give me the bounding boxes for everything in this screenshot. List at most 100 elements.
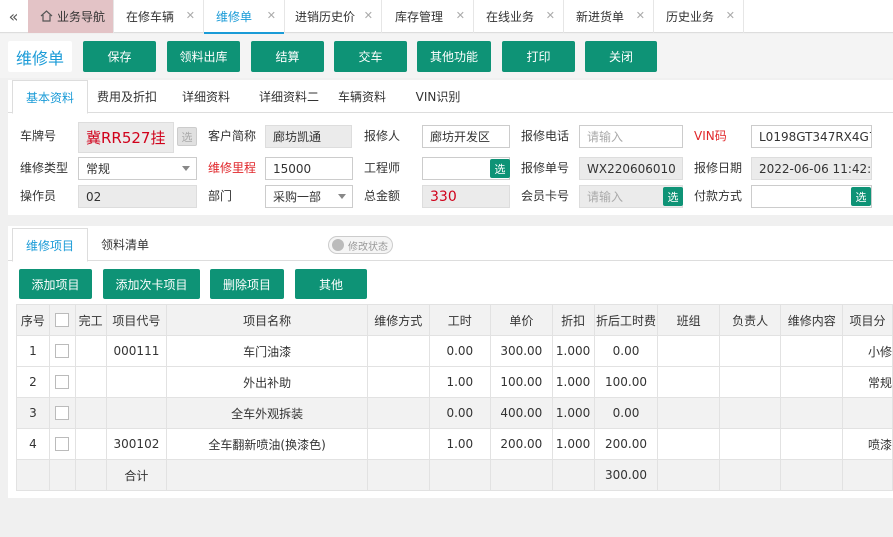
row-code: 000111 — [105, 335, 168, 367]
tab-repair-order[interactable]: 维修单 ✕ — [204, 0, 285, 34]
pick-parts-button[interactable]: 领料出库 — [167, 41, 240, 72]
other-functions-button[interactable]: 其他功能 — [417, 41, 491, 72]
reporter-input[interactable]: 廊坊开发区 — [422, 125, 510, 148]
close-icon[interactable]: ✕ — [186, 9, 195, 22]
row-code — [105, 397, 168, 429]
total-label: 合计 — [105, 459, 168, 491]
reporter-label: 报修人 — [364, 129, 401, 143]
close-icon[interactable]: ✕ — [636, 9, 645, 22]
total-label: 总金额 — [364, 189, 401, 203]
row-fee: 0.00 — [593, 397, 659, 429]
row-discount: 1.000 — [551, 335, 595, 367]
total-amount: 330 — [422, 185, 510, 208]
other-button[interactable]: 其他 — [295, 269, 367, 299]
table-row[interactable]: 4 300102 全车翻新喷油(换漆色) 1.00 200.00 1.000 2… — [16, 428, 893, 460]
page-title: 维修单 — [8, 41, 72, 72]
row-name: 外出补助 — [166, 366, 368, 398]
row-no: 3 — [16, 397, 50, 429]
date-label: 报修日期 — [694, 161, 743, 175]
delete-item-button[interactable]: 删除项目 — [210, 269, 284, 299]
top-tab-bar: « 业务导航 在修车辆 ✕ 维修单 ✕ 进销历史价 ✕ 库存管理 ✕ 在线业务 … — [0, 0, 893, 34]
plate-select-button[interactable]: 选 — [177, 127, 197, 146]
dept-select[interactable]: 采购一部 — [265, 185, 353, 208]
operator-input: 02 — [78, 185, 197, 208]
row-checkbox[interactable] — [48, 397, 76, 429]
row-owner — [718, 335, 782, 367]
date-input[interactable]: 2022-06-06 11:42:00 — [751, 157, 872, 180]
table-total-row: 合计 300.00 — [16, 459, 893, 491]
table-row[interactable]: 3 全车外观拆装 0.00 400.00 1.000 0.00 — [16, 397, 893, 429]
print-button[interactable]: 打印 — [502, 41, 575, 72]
toolbar: 维修单 保存 领料出库 结算 交车 其他功能 打印 关闭 — [0, 34, 893, 78]
phone-input[interactable]: 请输入 — [579, 125, 683, 148]
close-icon[interactable]: ✕ — [267, 9, 276, 22]
row-hours: 0.00 — [428, 397, 492, 429]
row-done — [74, 397, 107, 429]
tab-fees-discount[interactable]: 费用及折扣 — [90, 80, 164, 113]
tab-inventory[interactable]: 库存管理 ✕ — [382, 0, 474, 33]
add-card-item-button[interactable]: 添加次卡项目 — [103, 269, 200, 299]
row-team — [657, 397, 720, 429]
table-row[interactable]: 2 外出补助 1.00 100.00 1.000 100.00 常规 — [16, 366, 893, 398]
tab-parts-list[interactable]: 领料清单 — [90, 228, 160, 261]
tab-vehicles-in-repair[interactable]: 在修车辆 ✕ — [114, 0, 204, 33]
collapse-icon[interactable]: « — [0, 0, 27, 33]
repair-type-select[interactable]: 常规 — [78, 157, 197, 180]
tab-vehicle-info[interactable]: 车辆资料 — [330, 80, 394, 113]
row-code: 300102 — [105, 428, 168, 460]
close-icon[interactable]: ✕ — [456, 9, 465, 22]
tab-business-nav[interactable]: 业务导航 — [28, 0, 114, 33]
tab-details[interactable]: 详细资料 — [168, 80, 244, 113]
row-owner — [718, 428, 782, 460]
row-hours: 0.00 — [428, 335, 492, 367]
save-button[interactable]: 保存 — [83, 41, 156, 72]
operator-label: 操作员 — [20, 189, 57, 203]
row-team — [657, 335, 720, 367]
row-method — [366, 366, 430, 398]
plate-input[interactable]: 冀RR527挂 — [78, 122, 174, 153]
row-checkbox[interactable] — [48, 335, 76, 367]
engineer-select-button[interactable]: 选 — [490, 159, 510, 178]
settle-button[interactable]: 结算 — [251, 41, 324, 72]
row-content — [780, 428, 844, 460]
tab-label: 业务导航 — [57, 10, 106, 24]
total-fee: 300.00 — [593, 459, 659, 491]
row-owner — [718, 366, 782, 398]
row-checkbox[interactable] — [48, 428, 76, 460]
close-icon[interactable]: ✕ — [726, 9, 735, 22]
tab-basic-info[interactable]: 基本资料 — [12, 80, 88, 114]
close-icon[interactable]: ✕ — [364, 9, 373, 22]
col-header: 项目分 — [842, 304, 893, 336]
toggle-knob — [332, 239, 344, 251]
row-method — [366, 397, 430, 429]
tab-purchase-sales-history[interactable]: 进销历史价 ✕ — [285, 0, 382, 33]
customer-input[interactable]: 廊坊凯通 — [265, 125, 352, 148]
tab-label: 在线业务 — [486, 10, 535, 24]
vin-input[interactable]: L0198GT347RX4G736 — [751, 125, 872, 148]
row-no: 1 — [16, 335, 50, 367]
row-price: 400.00 — [490, 397, 553, 429]
phone-label: 报修电话 — [521, 129, 570, 143]
edit-state-toggle[interactable]: 修改状态 — [328, 236, 393, 254]
select-all-checkbox[interactable] — [48, 304, 76, 336]
member-select-button[interactable]: 选 — [663, 187, 683, 206]
tab-vin-recognition[interactable]: VIN识别 — [406, 80, 470, 113]
repair-tabs: 维修项目 领料清单 — [8, 226, 893, 262]
row-team — [657, 366, 720, 398]
row-checkbox[interactable] — [48, 366, 76, 398]
deliver-car-button[interactable]: 交车 — [334, 41, 407, 72]
tab-details-two[interactable]: 详细资料二 — [246, 80, 332, 113]
payment-select-button[interactable]: 选 — [851, 187, 871, 206]
tab-new-purchase[interactable]: 新进货单 ✕ — [564, 0, 654, 33]
tab-repair-items[interactable]: 维修项目 — [12, 228, 88, 262]
table-row[interactable]: 1 000111 车门油漆 0.00 300.00 1.000 0.00 小修 — [16, 335, 893, 367]
tab-history-business[interactable]: 历史业务 ✕ — [654, 0, 744, 33]
col-header: 完工 — [74, 304, 107, 336]
close-button[interactable]: 关闭 — [585, 41, 657, 72]
close-icon[interactable]: ✕ — [546, 9, 555, 22]
col-header: 项目名称 — [166, 304, 368, 336]
tab-online-business[interactable]: 在线业务 ✕ — [474, 0, 564, 33]
mileage-input[interactable]: 15000 — [265, 157, 353, 180]
row-method — [366, 335, 430, 367]
add-item-button[interactable]: 添加项目 — [19, 269, 92, 299]
